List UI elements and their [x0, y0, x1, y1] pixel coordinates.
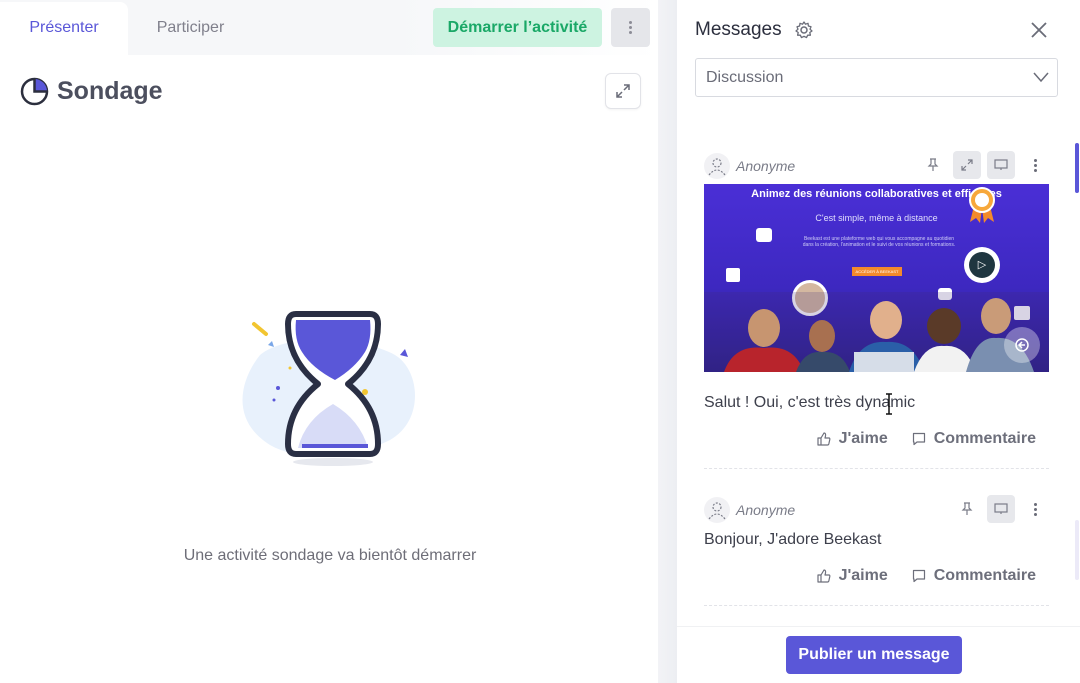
channel-select[interactable]: Discussion: [695, 58, 1058, 97]
more-options-button[interactable]: [611, 8, 650, 47]
post-menu-button[interactable]: [1021, 495, 1049, 523]
like-button[interactable]: J'aime: [816, 567, 888, 585]
post-separator: [704, 468, 1049, 469]
pin-button[interactable]: [953, 495, 981, 523]
comment-button[interactable]: Commentaire: [912, 567, 1036, 585]
message-post: Anonyme Animez des réunions collaborativ…: [704, 151, 1049, 469]
messages-panel: Messages Discussion Anonyme Animez des r…: [677, 0, 1080, 683]
pin-icon: [927, 158, 939, 171]
cloud-icon: [756, 228, 772, 242]
tab-presenter[interactable]: Présenter: [0, 2, 128, 55]
comment-icon: [912, 569, 925, 583]
post-text: Salut ! Oui, c'est très dynamic: [704, 394, 916, 411]
post-author: Anonyme: [736, 502, 796, 518]
badge-medal-icon: [969, 187, 995, 223]
activity-panel: Présenter Participer Démarrer l’activité…: [0, 0, 660, 683]
comment-label: Commentaire: [933, 567, 1036, 584]
panel-divider: [658, 0, 678, 683]
waiting-message: Une activité sondage va bientôt démarrer: [183, 547, 477, 564]
post-menu-button[interactable]: [1021, 151, 1049, 179]
avatar: [704, 497, 730, 523]
channel-select-value: Discussion: [706, 69, 784, 86]
gear-icon[interactable]: [794, 20, 814, 40]
like-label: J'aime: [838, 430, 888, 447]
chevron-down-icon: [1033, 72, 1049, 83]
pin-button[interactable]: [919, 151, 947, 179]
post-header: Anonyme: [704, 151, 1049, 180]
avatar: [704, 153, 730, 179]
post-author: Anonyme: [736, 158, 796, 174]
screen-icon: [994, 159, 1008, 170]
tab-participer[interactable]: Participer: [128, 2, 253, 55]
post-separator: [704, 605, 1049, 606]
team-photo: [704, 292, 1049, 372]
play-logo-icon: ▷: [964, 247, 1000, 283]
hourglass-icon: [242, 311, 415, 466]
share-button[interactable]: [1004, 327, 1040, 363]
image-body-text: Beekast est une plateforme web qui vous …: [802, 236, 956, 248]
doc-icon: [726, 268, 740, 282]
expand-icon: [616, 84, 630, 98]
messages-header: Messages: [695, 18, 814, 42]
thumbs-up-icon: [816, 432, 831, 446]
image-cta: ACCÉDER À BEEKAST: [852, 267, 902, 276]
post-actions: [919, 151, 1049, 179]
pie-chart-icon: [20, 77, 49, 105]
comment-label: Commentaire: [933, 430, 1036, 447]
expand-post-button[interactable]: [953, 151, 981, 179]
post-image[interactable]: Animez des réunions collaboratives et ef…: [704, 184, 1049, 372]
post-footer: J'aime Commentaire: [704, 430, 1049, 448]
tab-bar: Présenter Participer Démarrer l’activité: [0, 0, 660, 55]
kebab-menu-icon: [629, 21, 632, 34]
project-button[interactable]: [987, 495, 1015, 523]
comment-button[interactable]: Commentaire: [912, 430, 1036, 448]
anonymous-user-icon: [708, 158, 726, 176]
publish-message-button[interactable]: Publier un message: [786, 636, 962, 674]
messages-title: Messages: [695, 19, 782, 40]
kebab-menu-icon: [1033, 158, 1037, 172]
expand-icon: [961, 159, 973, 171]
text-cursor-icon: [886, 393, 892, 415]
post-header: Anonyme: [704, 495, 1049, 524]
publish-bar: Publier un message: [677, 626, 1080, 683]
close-icon[interactable]: [1029, 20, 1049, 40]
pin-icon: [961, 502, 973, 515]
anonymous-user-icon: [708, 502, 726, 520]
project-button[interactable]: [987, 151, 1015, 179]
comment-icon: [912, 432, 925, 446]
screen-icon: [994, 503, 1008, 514]
scrollbar-thumb[interactable]: [1075, 143, 1079, 193]
activity-title: Sondage: [57, 76, 163, 105]
kebab-menu-icon: [1033, 502, 1037, 516]
like-button[interactable]: J'aime: [816, 430, 888, 448]
message-post: Anonyme Bonjour, J'adore Beekast J'aime: [704, 495, 1049, 606]
start-activity-button[interactable]: Démarrer l’activité: [433, 8, 602, 47]
share-icon: [1015, 338, 1029, 352]
fullscreen-button[interactable]: [605, 73, 641, 109]
post-footer: J'aime Commentaire: [704, 567, 1049, 585]
scrollbar-track-highlight: [1075, 520, 1079, 580]
post-actions: [953, 495, 1049, 523]
activity-header: Sondage: [20, 74, 163, 108]
post-text: Bonjour, J'adore Beekast: [704, 531, 882, 548]
thumbs-up-icon: [816, 569, 831, 583]
like-label: J'aime: [838, 567, 888, 584]
